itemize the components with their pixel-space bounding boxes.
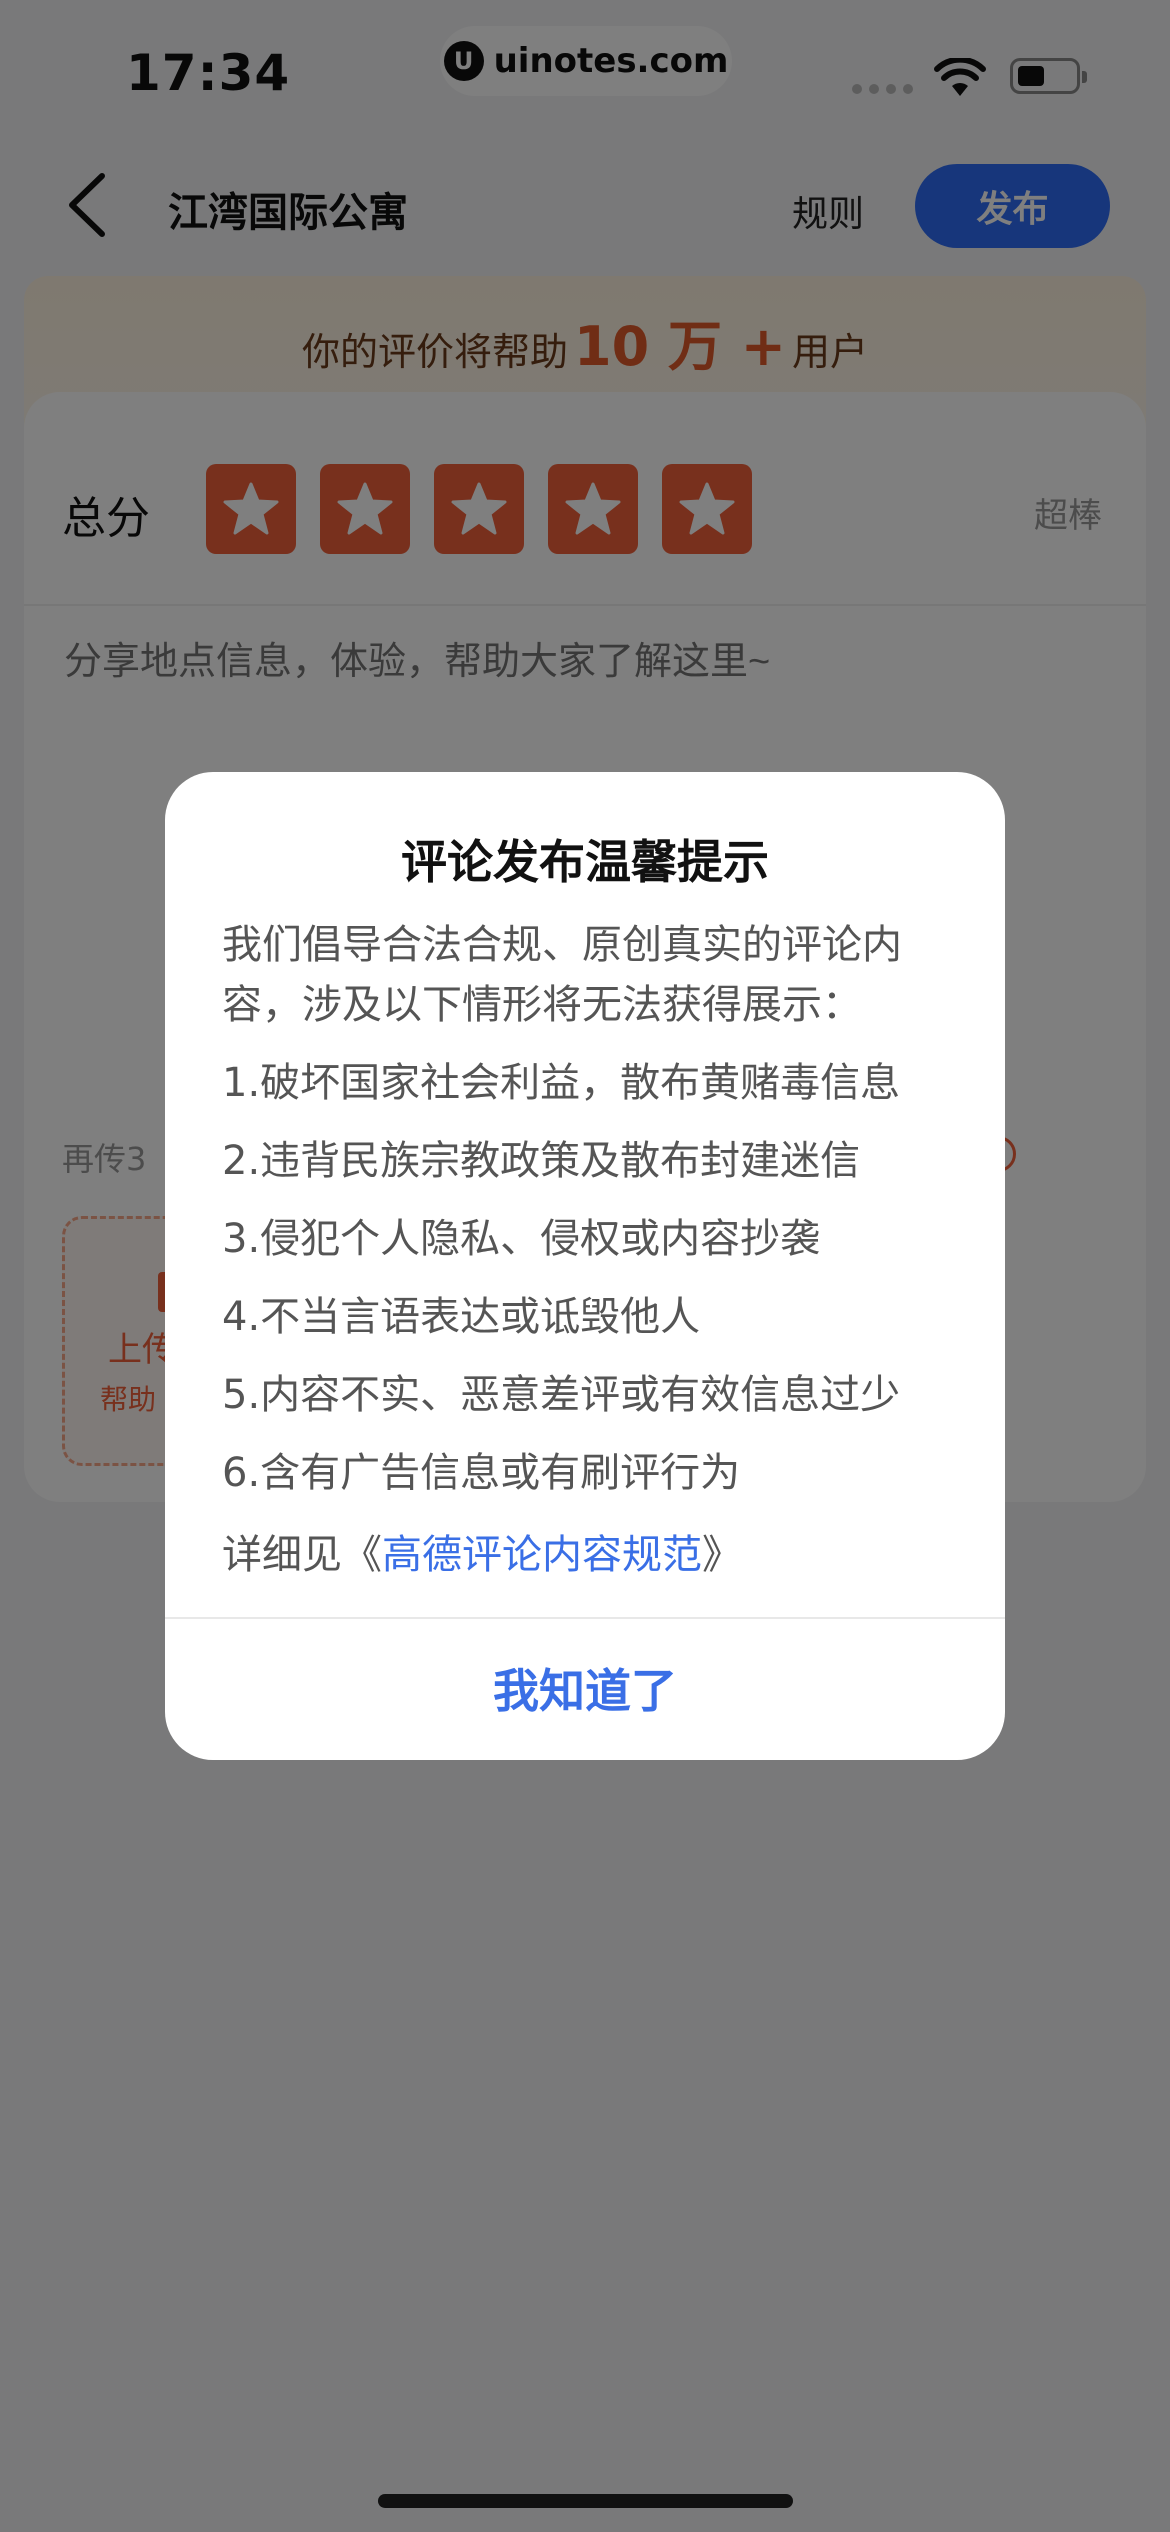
content-policy-link[interactable]: 高德评论内容规范 — [382, 1532, 702, 1578]
dialog-intro: 我们倡导合法合规、原创真实的评论内容，涉及以下情形将无法获得展示： — [222, 922, 902, 1028]
rule-item: 2.违背民族宗教政策及散布封建迷信 — [222, 1138, 861, 1184]
rule-item: 1.破坏国家社会利益，散布黄赌毒信息 — [222, 1060, 901, 1106]
detail-suffix: 》 — [702, 1532, 742, 1578]
detail-prefix: 详细见《 — [222, 1532, 382, 1578]
rule-item: 4.不当言语表达或诋毁他人 — [222, 1294, 701, 1340]
confirm-button[interactable]: 我知道了 — [165, 1619, 1005, 1757]
home-indicator — [378, 2494, 793, 2508]
detail-reference: 详细见《高德评论内容规范》 — [222, 1522, 742, 1580]
rule-item: 3.侵犯个人隐私、侵权或内容抄袭 — [222, 1216, 821, 1262]
rule-item: 6.含有广告信息或有刷评行为 — [222, 1450, 741, 1496]
rule-item: 5.内容不实、恶意差评或有效信息过少 — [222, 1372, 901, 1418]
dialog-title: 评论发布温馨提示 — [401, 835, 769, 889]
